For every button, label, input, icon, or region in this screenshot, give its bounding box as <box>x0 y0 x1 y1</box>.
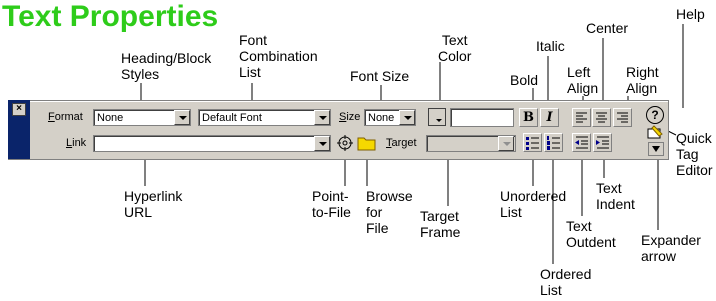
outdent-icon <box>575 136 588 149</box>
align-right-icon <box>617 112 628 123</box>
help-icon[interactable]: ? <box>646 106 664 124</box>
text-color-field[interactable] <box>450 108 514 127</box>
unordered-list-icon <box>526 137 539 150</box>
target-label: Target <box>386 137 417 149</box>
bold-button[interactable]: B <box>519 108 538 127</box>
quick-tag-editor-icon[interactable] <box>646 124 664 140</box>
point-to-file-icon[interactable] <box>336 134 354 152</box>
link-label: Link <box>66 137 87 149</box>
target-dropdown-arrow-icon[interactable] <box>498 136 514 151</box>
align-left-button[interactable] <box>572 108 591 127</box>
unordered-list-button[interactable] <box>523 133 542 152</box>
align-left-icon <box>576 112 587 123</box>
link-input[interactable] <box>93 135 331 152</box>
link-dropdown-arrow-icon[interactable] <box>314 136 330 151</box>
browse-folder-icon[interactable] <box>357 134 377 152</box>
indent-icon <box>596 136 609 149</box>
expander-arrow-icon[interactable] <box>648 142 664 156</box>
text-color-swatch[interactable] <box>428 108 446 126</box>
text-outdent-button[interactable] <box>572 133 591 152</box>
format-label: Format <box>48 111 83 123</box>
font-select[interactable]: Default Font <box>198 109 331 126</box>
align-center-icon <box>596 112 607 123</box>
font-dropdown-arrow-icon[interactable] <box>314 110 330 125</box>
size-dropdown-arrow-icon[interactable] <box>399 110 415 125</box>
align-center-button[interactable] <box>592 108 611 127</box>
align-right-button[interactable] <box>613 108 632 127</box>
size-label: Size <box>339 111 361 123</box>
ordered-list-icon <box>547 136 560 150</box>
italic-button[interactable]: I <box>540 108 559 127</box>
text-indent-button[interactable] <box>593 133 612 152</box>
format-dropdown-arrow-icon[interactable] <box>174 110 190 125</box>
close-icon[interactable]: × <box>12 103 26 116</box>
ordered-list-button[interactable] <box>544 133 563 152</box>
